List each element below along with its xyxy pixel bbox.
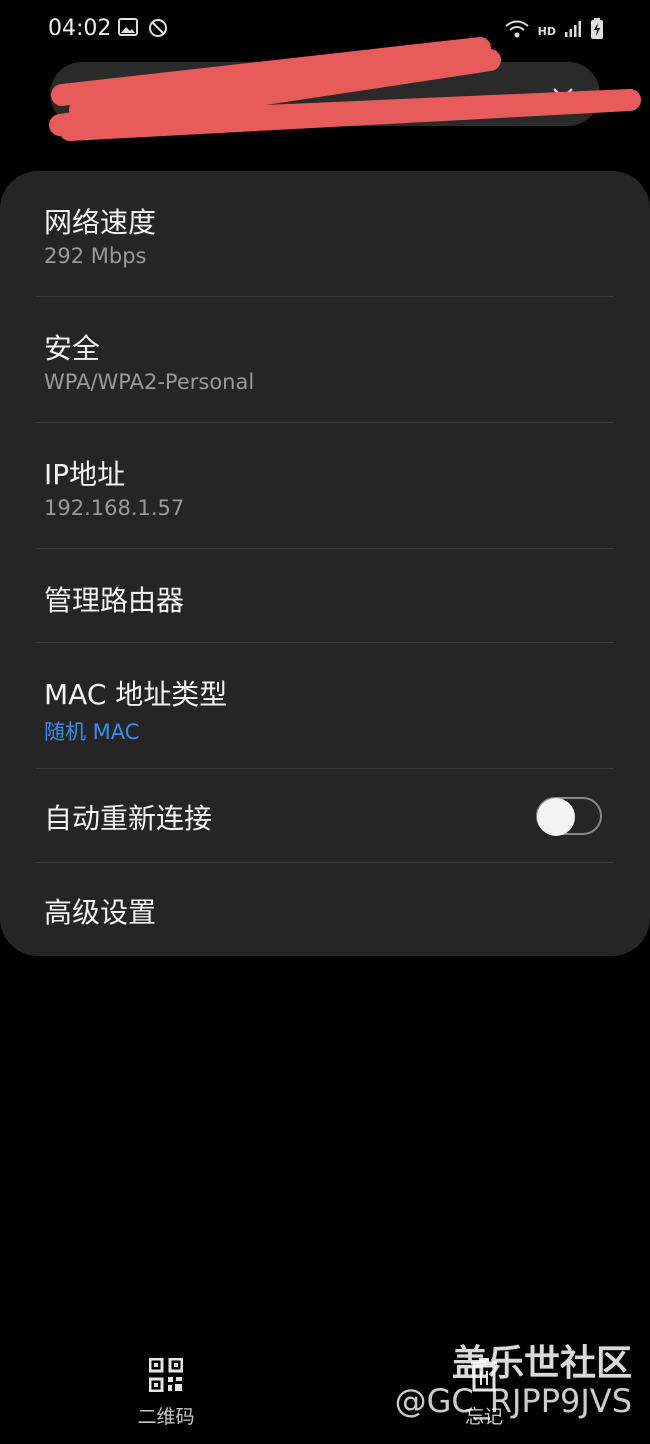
- signal-icon: [564, 20, 582, 42]
- toggle-knob: [537, 798, 575, 836]
- qr-code-icon: [148, 1357, 184, 1396]
- security-title: 安全: [44, 332, 101, 365]
- auto-reconnect-row[interactable]: 自动重新连接: [0, 769, 650, 863]
- manage-router-title: 管理路由器: [44, 584, 185, 617]
- sync-off-icon: [148, 18, 168, 42]
- forget-network-label: 忘记: [464, 1406, 503, 1428]
- wifi-icon: [504, 19, 530, 43]
- security-value: WPA/WPA2-Personal: [44, 370, 255, 394]
- ip-address-row: IP地址 192.168.1.57: [0, 423, 650, 549]
- status-bar: 04:02 HD: [0, 0, 650, 60]
- network-speed-title: 网络速度: [44, 206, 157, 239]
- image-icon: [118, 18, 138, 42]
- network-details-card: 网络速度 292 Mbps 安全 WPA/WPA2-Personal IP地址 …: [0, 171, 650, 956]
- back-arrow-icon[interactable]: [56, 82, 70, 108]
- qr-code-button[interactable]: 二维码: [126, 1357, 206, 1429]
- mac-address-type-title: MAC 地址类型: [44, 678, 228, 711]
- ip-address-value: 192.168.1.57: [44, 496, 185, 520]
- manage-router-row[interactable]: 管理路由器: [0, 549, 650, 643]
- network-speed-row: 网络速度 292 Mbps: [0, 171, 650, 297]
- auto-reconnect-toggle[interactable]: [536, 797, 602, 836]
- advanced-settings-row[interactable]: 高级设置: [0, 863, 650, 956]
- hd-voice-icon: HD: [537, 24, 556, 38]
- security-row: 安全 WPA/WPA2-Personal: [0, 297, 650, 423]
- forget-network-button[interactable]: 忘记: [444, 1358, 524, 1429]
- mac-address-type-value: 随机 MAC: [44, 720, 140, 744]
- auto-reconnect-title: 自动重新连接: [44, 802, 213, 835]
- mac-address-type-row[interactable]: MAC 地址类型 随机 MAC: [0, 643, 650, 769]
- trash-icon: [469, 1358, 499, 1396]
- network-ssid: WC: [260, 78, 301, 106]
- ip-address-title: IP地址: [44, 458, 126, 491]
- network-name-header[interactable]: WC: [50, 62, 600, 126]
- chevron-down-icon[interactable]: [552, 86, 574, 105]
- battery-charging-icon: [590, 18, 604, 44]
- qr-code-label: 二维码: [137, 1406, 195, 1428]
- status-time: 04:02: [48, 16, 112, 41]
- advanced-settings-title: 高级设置: [44, 896, 157, 929]
- network-speed-value: 292 Mbps: [44, 244, 147, 268]
